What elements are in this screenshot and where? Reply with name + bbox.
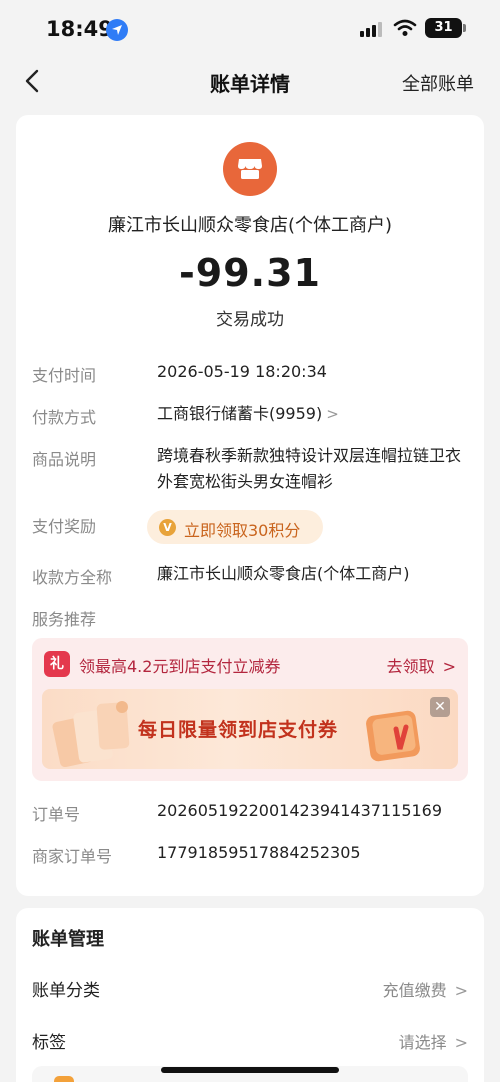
bill-management-card: 账单管理 账单分类 充值缴费 > 标签 请选择 > (16, 908, 484, 1082)
gift-box-icon (366, 710, 420, 762)
gift-icon: 礼 (44, 651, 70, 677)
order-no-label: 订单号 (32, 805, 81, 824)
wifi-icon (393, 19, 417, 36)
promo-title: 领最高4.2元到店支付立减券 (79, 657, 281, 676)
promo-banner-text: 每日限量领到店支付券 (138, 719, 339, 741)
chevron-right-icon: > (454, 1033, 468, 1052)
promo-claim-label: 去领取 (386, 657, 435, 676)
cellular-signal-icon (360, 22, 382, 37)
coupon-tickets-icon (52, 701, 130, 767)
tag-label: 标签 (32, 1033, 66, 1053)
transaction-status: 交易成功 (216, 310, 284, 330)
points-coin-icon: V (159, 519, 176, 536)
bill-category-value: 充值缴费 (382, 981, 447, 1000)
pay-method-value: 工商银行储蓄卡(9959) (157, 404, 323, 423)
service-recommend-label: 服务推荐 (32, 610, 97, 629)
payee-value: 廉江市长山顺众零食店(个体工商户) (157, 564, 410, 583)
bill-detail-card: 廉江市长山顺众零食店(个体工商户) -99.31 交易成功 支付时间 2026-… (16, 115, 484, 896)
battery-tip (463, 24, 466, 32)
transaction-amount: -99.31 (179, 251, 321, 295)
bill-category-row[interactable]: 充值缴费 > (383, 977, 468, 1001)
merchant-name: 廉江市长山顺众零食店(个体工商户) (107, 215, 393, 236)
reward-claim-label: 立即领取30积分 (184, 521, 301, 540)
pay-method-label: 付款方式 (32, 408, 97, 427)
bill-management-title: 账单管理 (32, 929, 104, 950)
tag-value: 请选择 (398, 1033, 447, 1052)
all-bills-link[interactable]: 全部账单 (402, 70, 474, 96)
promo-claim-link[interactable]: 去领取 > (387, 653, 456, 677)
bill-category-label: 账单分类 (32, 981, 100, 1001)
goods-label: 商品说明 (32, 450, 97, 469)
chevron-right-icon: > (454, 981, 468, 1000)
pay-method-row[interactable]: 工商银行储蓄卡(9959) > (157, 401, 469, 427)
merchant-order-label: 商家订单号 (32, 847, 113, 866)
chevron-right-icon: > (442, 657, 456, 676)
close-icon[interactable]: ✕ (430, 697, 450, 717)
merchant-order-value: 17791859517884252305 (157, 843, 361, 862)
status-time: 18:49 (46, 17, 113, 41)
promo-coupon-box: 礼 领最高4.2元到店支付立减券 去领取 > 每日限量领到店支付券 ✕ (32, 638, 468, 781)
battery-indicator: 31 (425, 18, 462, 38)
promo-banner[interactable]: 每日限量领到店支付券 ✕ (42, 689, 458, 769)
item-icon (54, 1076, 74, 1082)
goods-value: 跨境春秋季新款独特设计双层连帽拉链卫衣外套宽松街头男女连帽衫 (157, 446, 462, 491)
status-bar: 18:49 31 (0, 0, 500, 58)
reward-claim-button[interactable]: V 立即领取30积分 (147, 510, 323, 544)
order-no-value: 2026051922001423941437115169 (157, 801, 443, 820)
reward-label: 支付奖励 (32, 517, 97, 536)
pay-time-value: 2026-05-19 18:20:34 (157, 362, 327, 381)
chevron-right-icon: > (326, 405, 339, 423)
tag-row[interactable]: 请选择 > (399, 1029, 468, 1053)
location-arrow-icon (106, 19, 128, 41)
payee-label: 收款方全称 (32, 568, 113, 587)
nav-bar: 账单详情 全部账单 (0, 58, 500, 104)
pay-time-label: 支付时间 (32, 366, 97, 385)
home-indicator (161, 1067, 339, 1073)
store-icon (223, 142, 277, 196)
